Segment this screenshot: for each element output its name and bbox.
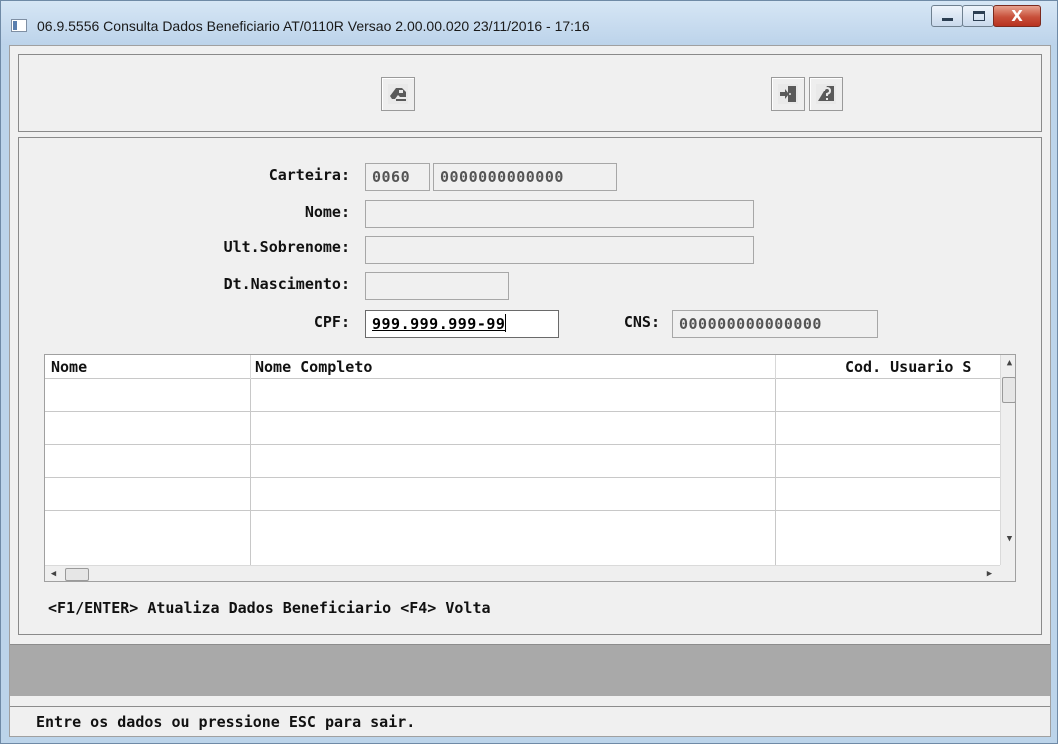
cell-cod-usuario[interactable] — [776, 445, 1003, 477]
message-area — [10, 644, 1050, 696]
vertical-scroll-thumb[interactable] — [1002, 377, 1015, 403]
help-button[interactable] — [809, 77, 843, 111]
cell-nome-completo[interactable] — [251, 478, 776, 510]
horizontal-scroll-thumb[interactable] — [65, 568, 89, 581]
cell-nome[interactable] — [45, 379, 251, 411]
cns-field[interactable]: 000000000000000 — [672, 310, 878, 338]
client-area: Carteira: 0060 0000000000000 Nome: Ult.S… — [9, 45, 1051, 737]
cell-nome-completo[interactable] — [251, 511, 776, 565]
ult-sobrenome-label: Ult.Sobrenome: — [223, 238, 350, 256]
scrollbar-corner — [1000, 565, 1015, 581]
scroll-down-icon[interactable]: ▼ — [1001, 531, 1015, 548]
cpf-field[interactable]: 999.999.999-99 — [365, 310, 559, 338]
table-row[interactable] — [45, 412, 1003, 445]
scroll-up-icon[interactable]: ▲ — [1001, 355, 1015, 372]
horizontal-scrollbar[interactable]: ◀ ▶ — [45, 565, 1000, 581]
cell-nome[interactable] — [45, 511, 251, 565]
close-icon: X — [1011, 7, 1023, 25]
column-separator[interactable] — [250, 355, 251, 379]
column-separator[interactable] — [775, 355, 776, 379]
shortcut-hint: <F1/ENTER> Atualiza Dados Beneficiario <… — [48, 599, 491, 617]
scroll-left-icon[interactable]: ◀ — [45, 566, 62, 581]
exit-door-icon — [778, 84, 798, 104]
cell-nome-completo[interactable] — [251, 379, 776, 411]
cell-cod-usuario[interactable] — [776, 511, 1003, 565]
cpf-value: 999.999.999-99 — [372, 315, 506, 333]
cell-nome-completo[interactable] — [251, 412, 776, 444]
table-row[interactable] — [45, 511, 1003, 565]
cell-nome[interactable] — [45, 445, 251, 477]
cell-nome[interactable] — [45, 412, 251, 444]
nome-label: Nome: — [304, 203, 350, 221]
vertical-scrollbar[interactable]: ▲ ▼ — [1000, 355, 1015, 565]
column-header-nome[interactable]: Nome — [51, 355, 241, 379]
ult-sobrenome-field[interactable] — [365, 236, 754, 264]
window-controls: X — [931, 5, 1041, 27]
dt-nascimento-label: Dt.Nascimento: — [223, 275, 350, 293]
cell-cod-usuario[interactable] — [776, 379, 1003, 411]
maximize-button[interactable] — [962, 5, 994, 27]
title-bar[interactable]: 06.9.5556 Consulta Dados Beneficiario AT… — [1, 1, 1057, 45]
table-row[interactable] — [45, 445, 1003, 478]
cell-cod-usuario[interactable] — [776, 412, 1003, 444]
window-title: 06.9.5556 Consulta Dados Beneficiario AT… — [37, 18, 590, 34]
column-header-nome-completo[interactable]: Nome Completo — [255, 355, 775, 379]
text-cursor — [505, 314, 507, 332]
cpf-label: CPF: — [313, 313, 350, 331]
column-header-cod-usuario[interactable]: Cod. Usuario S — [845, 355, 997, 379]
search-key-button[interactable] — [381, 77, 415, 111]
carteira-number-field[interactable]: 0000000000000 — [433, 163, 617, 191]
cns-label: CNS: — [623, 313, 660, 331]
key-icon — [388, 84, 408, 104]
minimize-button[interactable] — [931, 5, 963, 27]
table-row[interactable] — [45, 379, 1003, 412]
dt-nascimento-field[interactable] — [365, 272, 509, 300]
help-icon — [816, 84, 836, 104]
cell-nome-completo[interactable] — [251, 445, 776, 477]
beneficiary-grid: Nome Nome Completo Cod. Usuario S ▲ ▼ ◀ … — [44, 354, 1016, 582]
minimize-icon — [942, 18, 953, 21]
toolbar — [18, 54, 1042, 132]
carteira-label: Carteira: — [268, 166, 350, 184]
grid-header: Nome Nome Completo Cod. Usuario S — [45, 355, 1000, 379]
cell-cod-usuario[interactable] — [776, 478, 1003, 510]
scroll-right-icon[interactable]: ▶ — [981, 566, 998, 581]
table-row[interactable] — [45, 478, 1003, 511]
nome-field[interactable] — [365, 200, 754, 228]
status-message: Entre os dados ou pressione ESC para sai… — [36, 713, 416, 731]
status-bar: Entre os dados ou pressione ESC para sai… — [10, 706, 1050, 736]
app-icon[interactable] — [11, 19, 27, 32]
cell-nome[interactable] — [45, 478, 251, 510]
maximize-icon — [973, 11, 985, 21]
exit-button[interactable] — [771, 77, 805, 111]
application-window: 06.9.5556 Consulta Dados Beneficiario AT… — [0, 0, 1058, 744]
carteira-prefix-field[interactable]: 0060 — [365, 163, 430, 191]
close-button[interactable]: X — [993, 5, 1041, 27]
